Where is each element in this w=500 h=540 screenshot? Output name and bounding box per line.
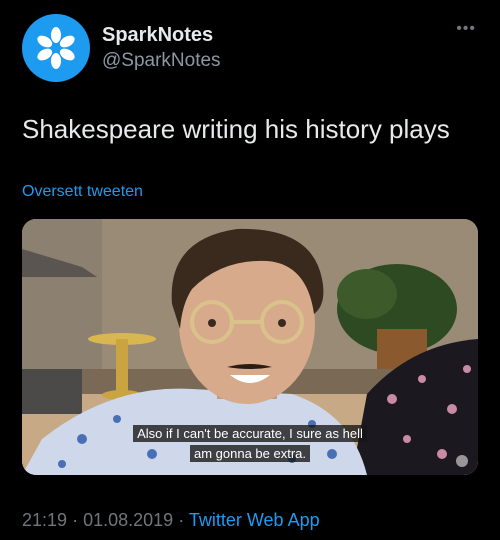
more-options-icon[interactable]: ••• [456,20,476,38]
tweet-date[interactable]: 01.08.2019 [83,510,173,530]
source-app-link[interactable]: Twitter Web App [189,510,320,530]
user-handle[interactable]: @SparkNotes [102,50,221,72]
separator: · [72,510,79,530]
sparknotes-logo-icon [37,27,75,69]
translate-tweet-link[interactable]: Oversett tweeten [22,183,143,201]
tweet-media[interactable]: Also if I can't be accurate, I sure as h… [22,219,478,475]
video-subtitle: Also if I can't be accurate, I sure as h… [22,424,478,464]
display-name[interactable]: SparkNotes [102,24,213,47]
separator: · [178,510,185,530]
avatar[interactable] [22,14,90,82]
tweet-text: Shakespeare writing his history plays [22,114,450,144]
subtitle-line-2: am gonna be extra. [189,445,311,462]
tweet-metadata: 21:19 · 01.08.2019 · Twitter Web App [22,510,320,531]
media-indicator-icon [456,455,468,467]
tweet-time[interactable]: 21:19 [22,510,67,530]
subtitle-line-1: Also if I can't be accurate, I sure as h… [133,425,367,442]
